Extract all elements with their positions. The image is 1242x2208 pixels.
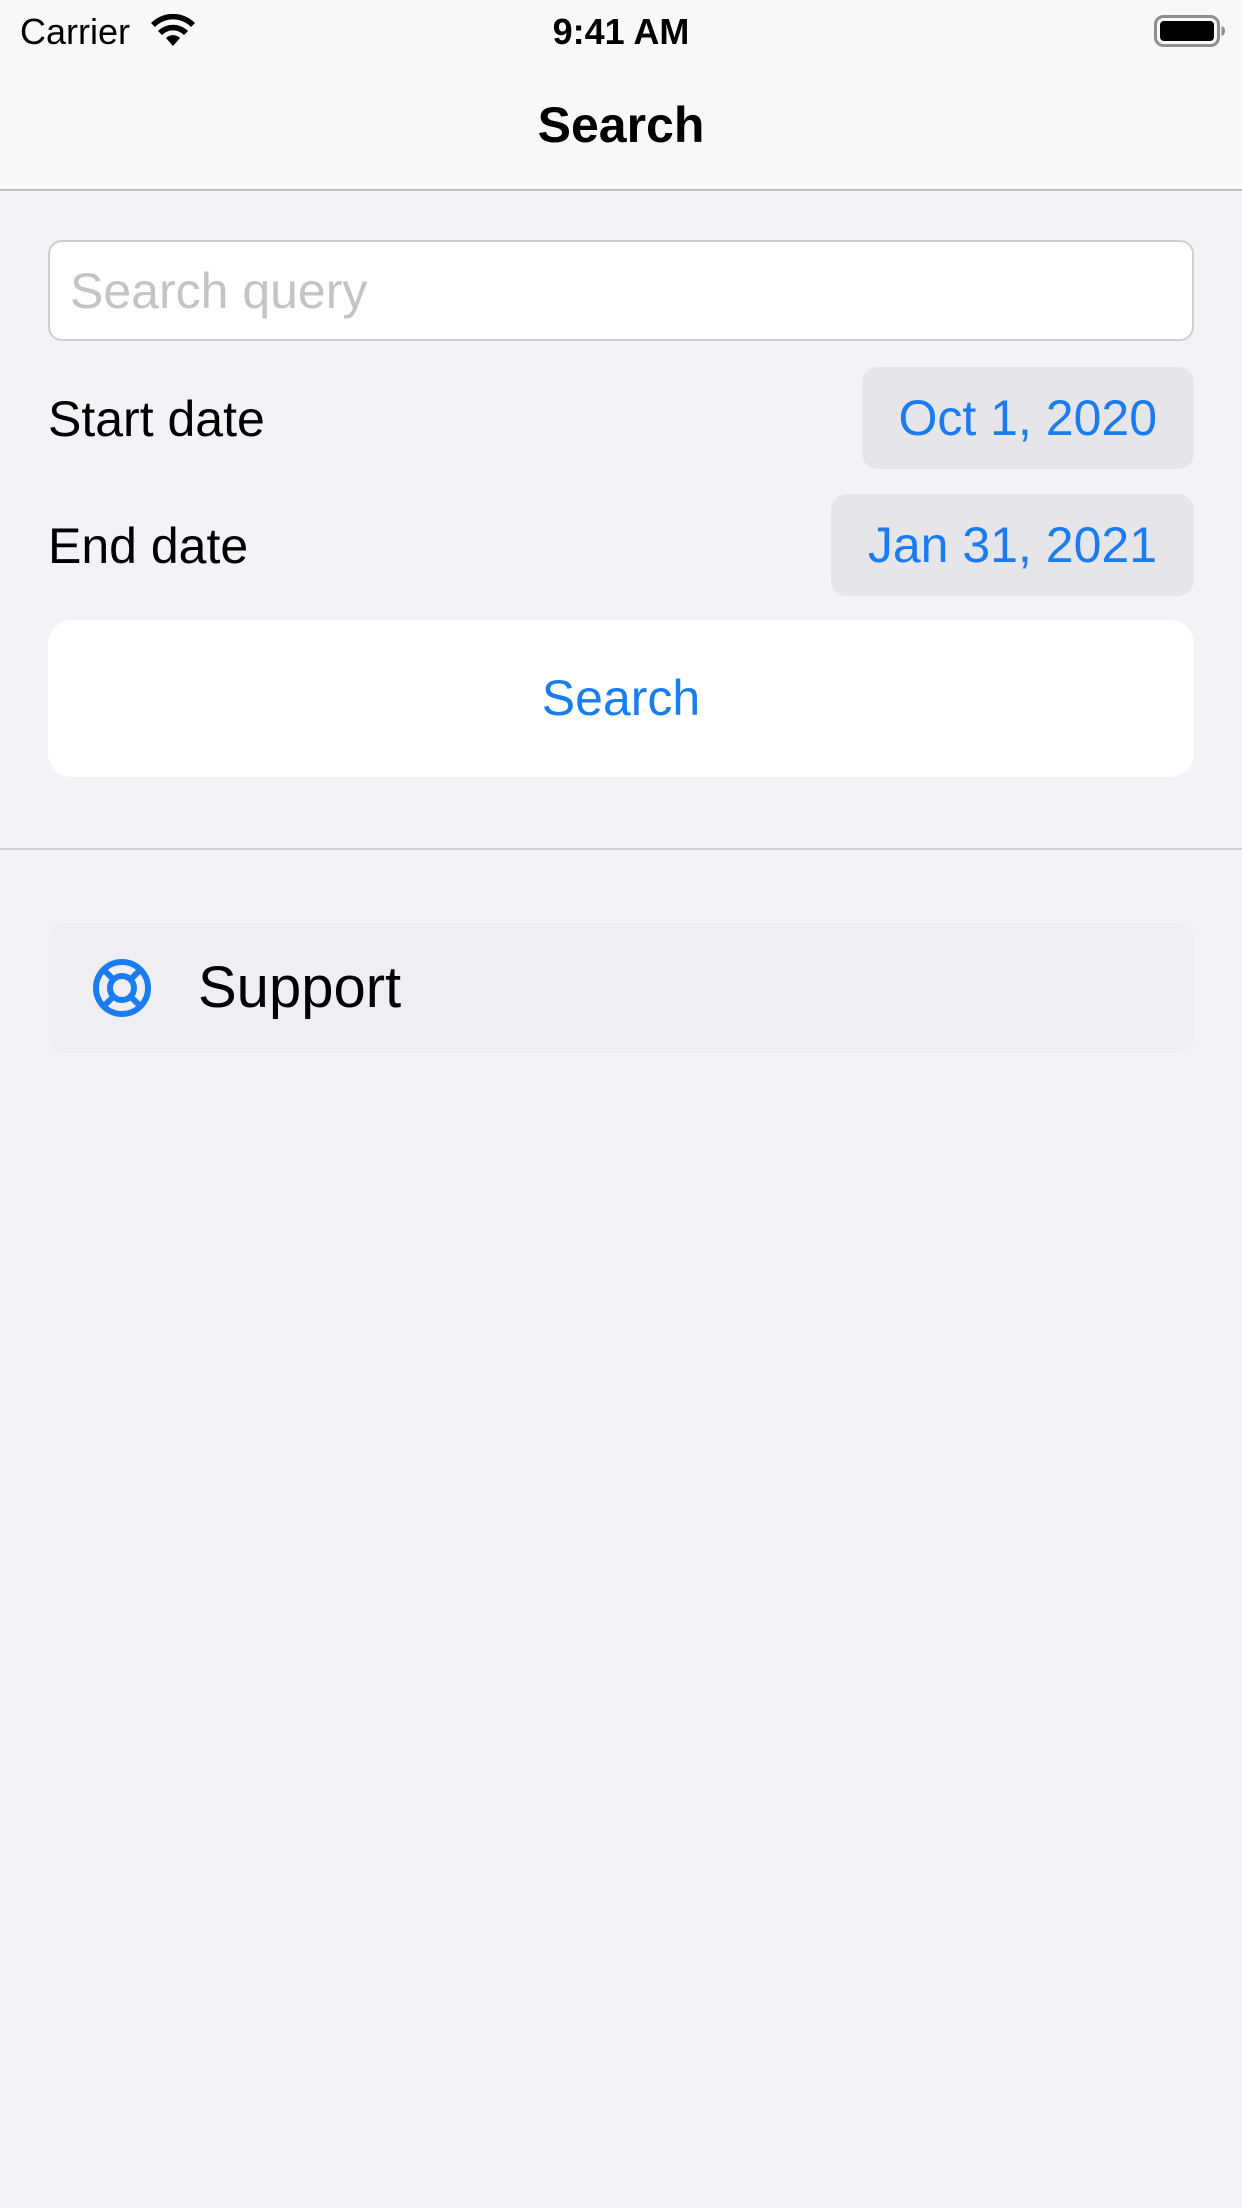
search-query-input[interactable] [48,240,1194,341]
page-title: Search [537,97,705,153]
section-divider [0,848,1242,850]
search-screen: Carrier 9:41 AM Search Start date Oct 1,… [0,0,1242,2208]
start-date-label: Start date [48,391,265,447]
search-button[interactable]: Search [48,620,1194,777]
battery-icon [1154,15,1225,47]
end-date-label: End date [48,518,249,574]
end-date-picker[interactable]: Jan 31, 2021 [830,494,1194,596]
support-label: Support [198,955,402,1020]
status-time: 9:41 AM [552,11,690,52]
navigation-bar: Carrier 9:41 AM Search [0,0,1242,191]
lifebuoy-icon [93,959,151,1017]
support-row[interactable]: Support [48,923,1194,1053]
start-date-picker[interactable]: Oct 1, 2020 [861,367,1194,469]
